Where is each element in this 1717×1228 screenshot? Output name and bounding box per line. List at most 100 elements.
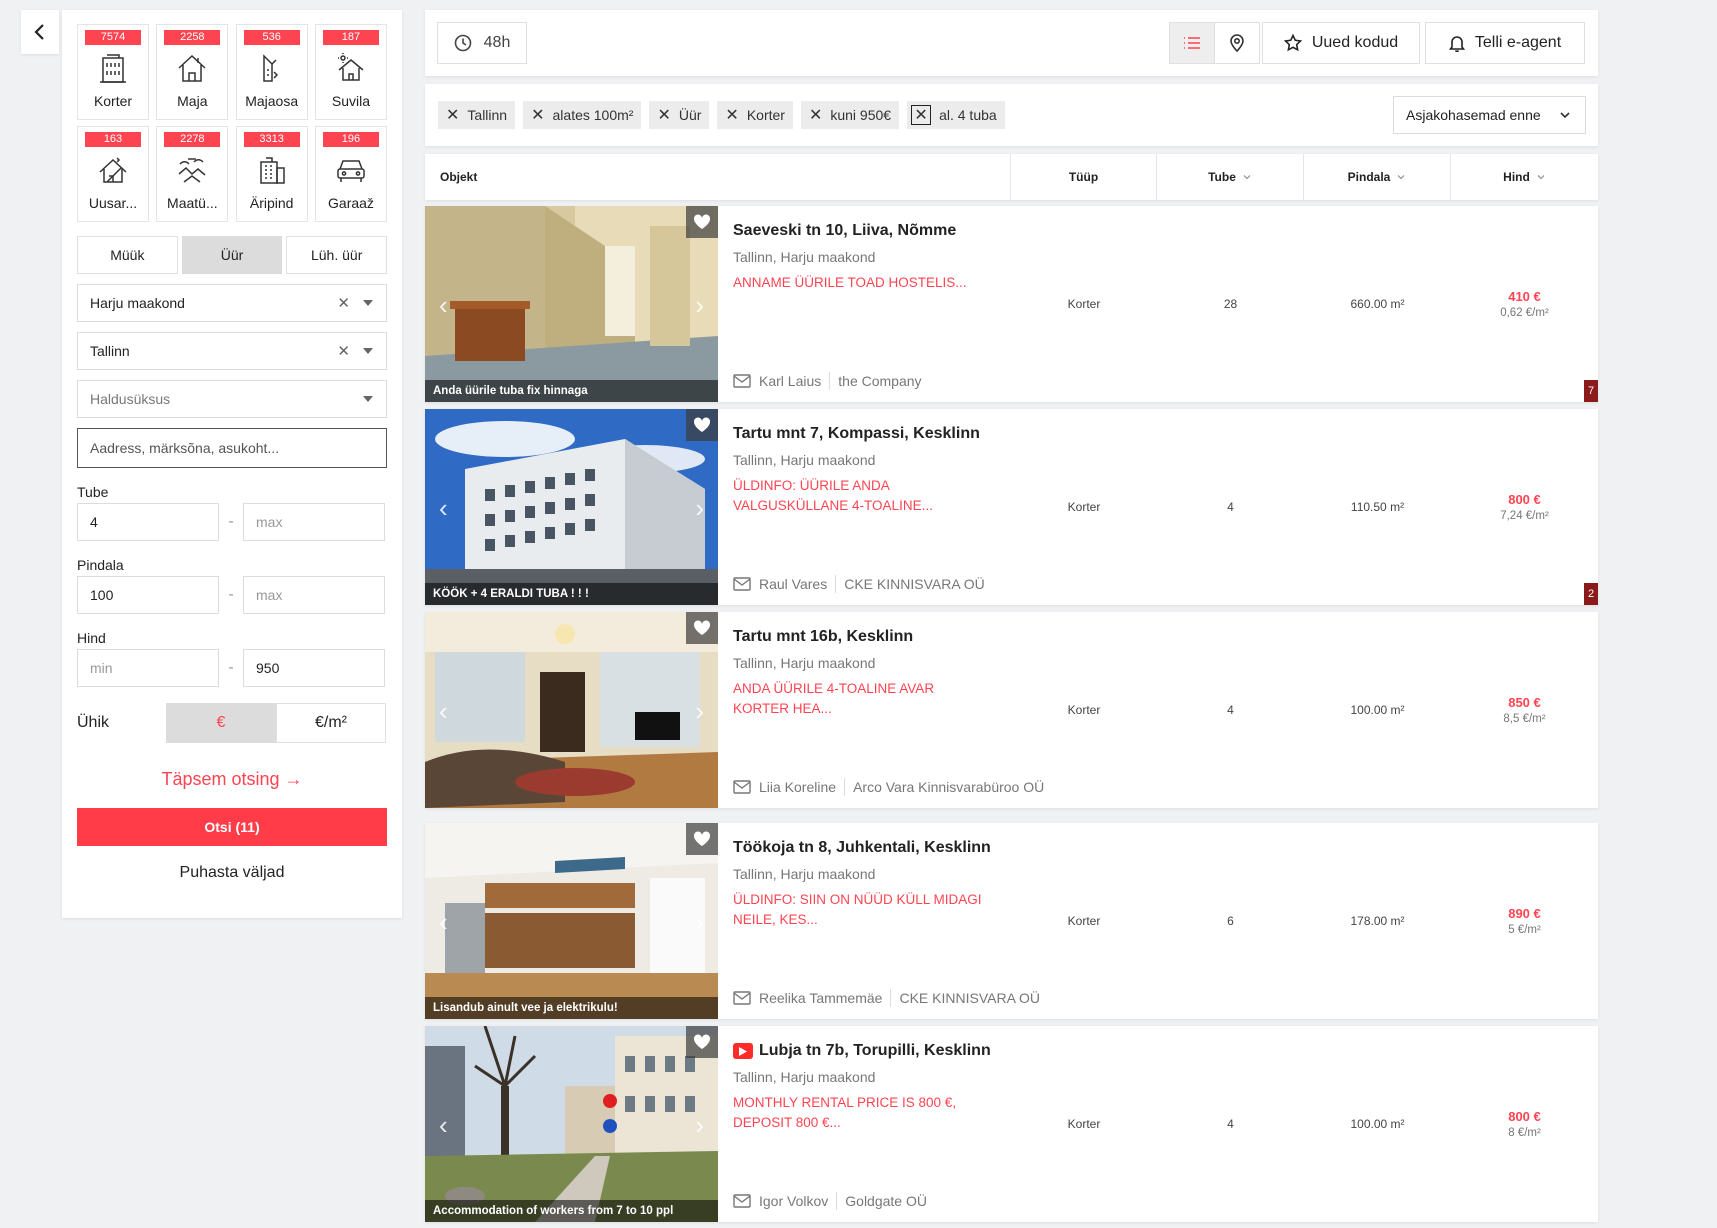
next-photo-icon[interactable]: › [695, 1110, 704, 1141]
category-count: 7574 [85, 30, 141, 45]
category-house[interactable]: 2258 Maja [156, 24, 229, 120]
filter-chip[interactable]: ✕ Tallinn [438, 101, 516, 129]
header-type-label: Tüüp [1068, 170, 1099, 184]
favorite-heart-icon[interactable] [686, 823, 718, 855]
listing-area: 100.00 m² [1304, 612, 1451, 808]
recent-48h-button[interactable]: 48h [437, 22, 527, 64]
listing-description: ANNAME ÜÜRILE TOAD HOSTELIS... [733, 275, 967, 290]
category-commercial[interactable]: 3313 Äripind [235, 126, 308, 222]
category-house-part[interactable]: 536 Majaosa [235, 24, 308, 120]
listing-row[interactable]: ‹ › KÖÖK + 4 ERALDI TUBA ! ! ! Tartu mnt… [425, 409, 1598, 605]
listing-row[interactable]: ‹ › Anda üürile tuba fix hinnaga Saevesk… [425, 206, 1598, 402]
filter-chip[interactable]: ✕ kuni 950€ [800, 101, 900, 129]
rooms-label: Tube [77, 484, 109, 500]
listing-agent[interactable]: Raul Vares CKE KINNISVARA OÜ [733, 575, 985, 593]
deal-rent-button[interactable]: Üür [181, 236, 283, 274]
close-icon[interactable]: ✕ [446, 105, 459, 125]
clear-city-icon[interactable]: ✕ [337, 342, 350, 360]
category-summer-house[interactable]: 187 Suvila [314, 24, 387, 120]
close-icon[interactable]: ✕ [809, 105, 822, 125]
clear-fields-button[interactable]: Puhasta väljad [77, 864, 387, 882]
favorite-heart-icon[interactable] [686, 612, 718, 644]
area-max-input[interactable] [243, 576, 385, 614]
next-photo-icon[interactable]: › [695, 907, 704, 938]
category-land[interactable]: 2278 Maatü... [156, 126, 229, 222]
favorite-heart-icon[interactable] [686, 1026, 718, 1058]
unit-eur-button[interactable]: € [166, 703, 276, 743]
city-select[interactable]: Tallinn ✕ [77, 332, 387, 370]
listing-row[interactable]: ‹ › Accommodation of workers from 7 to 1… [425, 1026, 1598, 1222]
listing-agent[interactable]: Liia Koreline Arco Vara Kinnisvarabüroo … [733, 778, 1044, 796]
category-new-development[interactable]: 163 Uusar... [77, 126, 149, 222]
next-photo-icon[interactable]: › [695, 493, 704, 524]
listing-photo[interactable]: ‹ › Accommodation of workers from 7 to 1… [425, 1026, 718, 1222]
area-min-input[interactable] [77, 576, 219, 614]
listing-agent[interactable]: Igor Volkov Goldgate OÜ [733, 1192, 927, 1210]
listing-title[interactable]: Tartu mnt 16b, Kesklinn [733, 628, 1033, 646]
rooms-min-input[interactable] [77, 503, 219, 541]
listing-photo[interactable]: ‹ › Anda üürile tuba fix hinnaga [425, 206, 718, 402]
e-agent-button[interactable]: Telli e-agent [1425, 22, 1585, 64]
listing-location: Tallinn, Harju maakond [733, 866, 876, 882]
search-button[interactable]: Otsi (11) [77, 808, 387, 846]
close-icon[interactable]: ✕ [911, 105, 932, 125]
listing-title[interactable]: Lubja tn 7b, Torupilli, Kesklinn [733, 1042, 1033, 1060]
prev-photo-icon[interactable]: ‹ [439, 493, 448, 524]
close-icon[interactable]: ✕ [657, 105, 670, 125]
listing-title-text: Saeveski tn 10, Liiva, Nõmme [733, 222, 957, 239]
advanced-search-link[interactable]: Täpsem otsing → [77, 769, 387, 790]
category-garage[interactable]: 196 Garaaž [314, 126, 387, 222]
next-photo-icon[interactable]: › [695, 290, 704, 321]
filter-chip[interactable]: ✕ al. 4 tuba [907, 101, 1005, 129]
new-homes-button[interactable]: Uued kodud [1262, 22, 1420, 64]
prev-photo-icon[interactable]: ‹ [439, 1110, 448, 1141]
sort-value: Asjakohasemad enne [1406, 107, 1541, 123]
sort-by-area[interactable]: Pindala [1304, 154, 1451, 200]
district-select[interactable]: Haldusüksus [77, 380, 387, 418]
listing-title-text: Tartu mnt 16b, Kesklinn [733, 628, 914, 645]
listing-row[interactable]: ‹ › Lisandub ainult vee ja elektrikulu! … [425, 823, 1598, 1019]
close-icon[interactable]: ✕ [725, 105, 738, 125]
listing-agent[interactable]: Karl Laius the Company [733, 372, 922, 390]
listing-photo[interactable]: ‹ › Lisandub ainult vee ja elektrikulu! [425, 823, 718, 1019]
prev-photo-icon[interactable]: ‹ [439, 907, 448, 938]
list-view-button[interactable] [1169, 22, 1215, 64]
prev-photo-icon[interactable]: ‹ [439, 290, 448, 321]
favorite-heart-icon[interactable] [686, 409, 718, 441]
sort-select[interactable]: Asjakohasemad enne [1393, 96, 1586, 134]
listing-agent[interactable]: Reelika Tammemäe CKE KINNISVARA OÜ [733, 989, 1040, 1007]
listing-title[interactable]: Saeveski tn 10, Liiva, Nõmme [733, 222, 1033, 240]
sort-by-rooms[interactable]: Tube [1157, 154, 1304, 200]
category-apartment[interactable]: 7574 Korter [77, 24, 149, 120]
filter-chip[interactable]: ✕ Üür [649, 101, 710, 129]
favorite-heart-icon[interactable] [686, 206, 718, 238]
price-max-input[interactable] [243, 649, 385, 687]
listing-photo[interactable]: ‹ › KÖÖK + 4 ERALDI TUBA ! ! ! [425, 409, 718, 605]
unit-eur-m2-button[interactable]: €/m² [276, 703, 386, 743]
filter-chip[interactable]: ✕ Korter [717, 101, 793, 129]
clear-county-icon[interactable]: ✕ [337, 294, 350, 312]
deal-short-rent-button[interactable]: Lüh. üür [286, 236, 388, 274]
category-label: Maja [177, 93, 208, 109]
map-view-button[interactable] [1214, 22, 1260, 64]
price-min-input[interactable] [77, 649, 219, 687]
sort-by-price[interactable]: Hind [1451, 154, 1598, 200]
back-button[interactable] [21, 10, 59, 54]
listing-title[interactable]: Töökoja tn 8, Juhkentali, Kesklinn [733, 839, 1033, 857]
listing-image [425, 409, 718, 605]
prev-photo-icon[interactable]: ‹ [439, 696, 448, 727]
address-search-input[interactable] [77, 428, 387, 468]
county-select[interactable]: Harju maakond ✕ [77, 284, 387, 322]
listing-photo[interactable]: ‹ › [425, 612, 718, 808]
rooms-range: - [77, 503, 387, 541]
listing-title[interactable]: Tartu mnt 7, Kompassi, Kesklinn [733, 425, 1033, 443]
rooms-max-input[interactable] [243, 503, 385, 541]
listing-row[interactable]: ‹ › Tartu mnt 16b, Kesklinn Tallinn, Har… [425, 612, 1598, 808]
next-photo-icon[interactable]: › [695, 696, 704, 727]
video-play-icon[interactable] [733, 1043, 753, 1059]
filter-chip[interactable]: ✕ alates 100m² [523, 101, 642, 129]
listing-type: Korter [1011, 1026, 1157, 1222]
listing-rooms: 4 [1157, 612, 1304, 808]
deal-sale-button[interactable]: Müük [77, 236, 178, 274]
close-icon[interactable]: ✕ [531, 105, 544, 125]
